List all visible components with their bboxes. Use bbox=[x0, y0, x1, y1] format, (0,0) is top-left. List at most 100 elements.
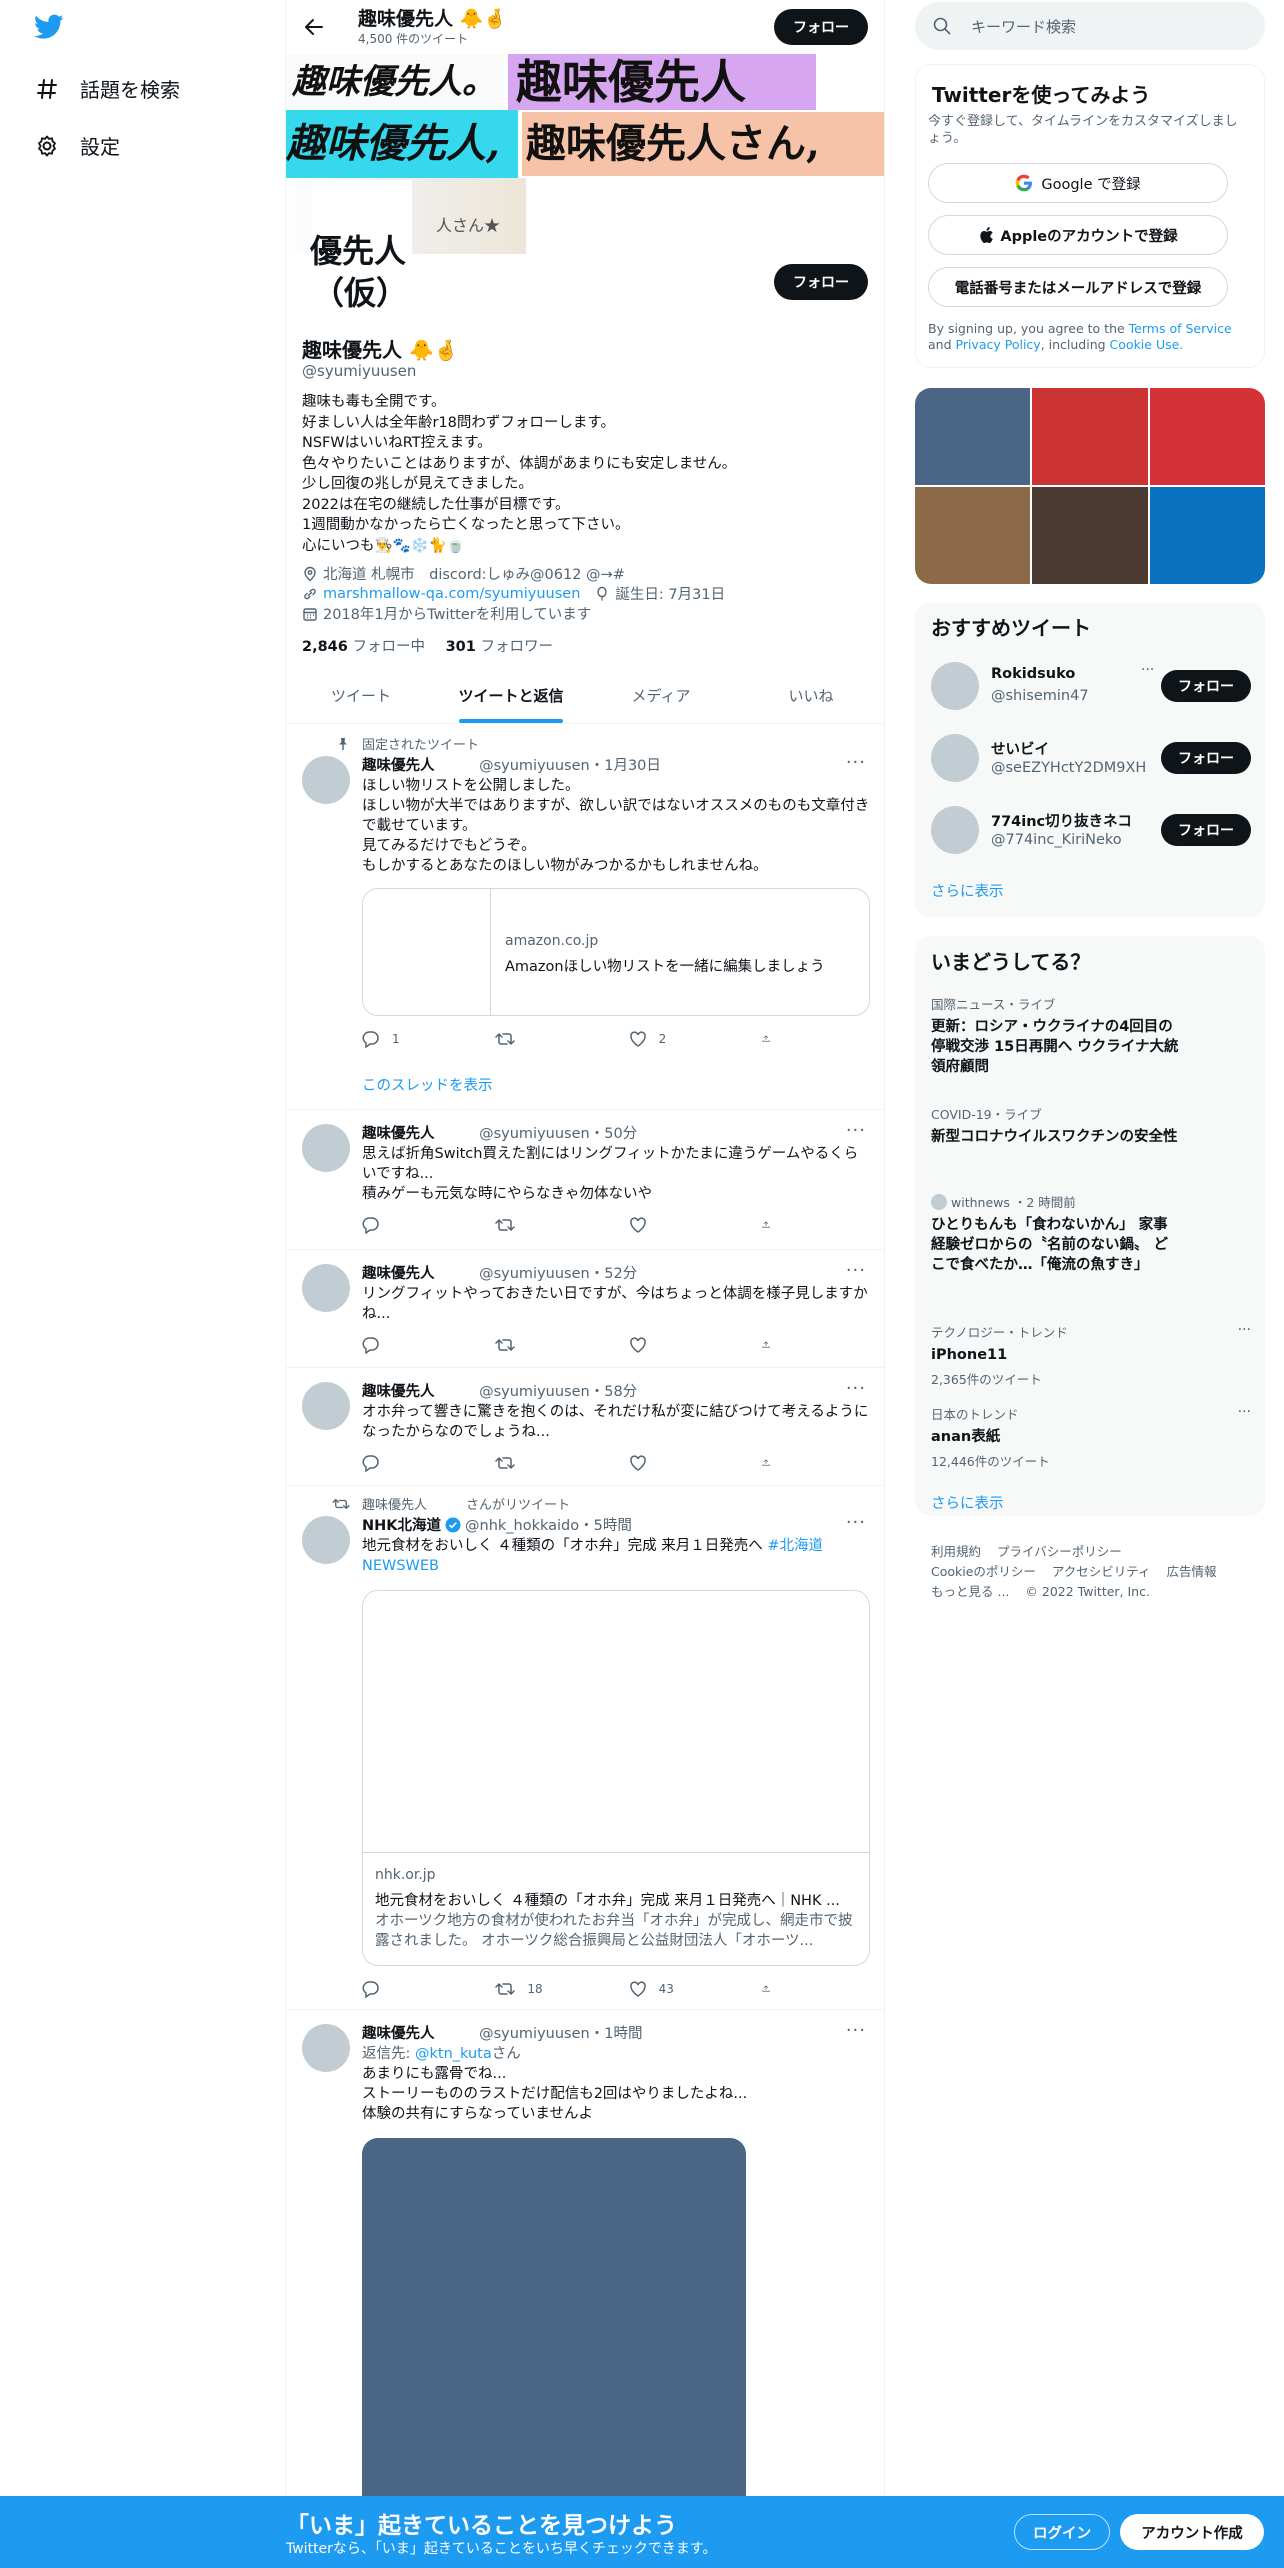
like-button[interactable] bbox=[629, 1454, 729, 1472]
media-thumbnail[interactable] bbox=[1149, 487, 1265, 584]
more-icon[interactable]: ··· bbox=[1238, 1404, 1251, 1420]
more-icon[interactable]: ··· bbox=[846, 1512, 866, 1533]
avatar[interactable] bbox=[931, 662, 979, 710]
retweet-button[interactable] bbox=[495, 1030, 595, 1048]
media-thumbnail[interactable] bbox=[1032, 388, 1148, 485]
share-button[interactable] bbox=[762, 1336, 782, 1354]
like-button[interactable] bbox=[629, 1336, 729, 1354]
trend-item[interactable]: 国際ニュース・ライブ 更新：ロシア・ウクライナの4回目の停戦交渉 15日再開へ … bbox=[931, 994, 1251, 1077]
login-button[interactable]: ログイン bbox=[1014, 2514, 1110, 2550]
footer-link[interactable]: プライバシーポリシー bbox=[997, 1544, 1122, 1559]
tweet-author-name[interactable]: NHK北海道 bbox=[362, 1514, 441, 1535]
trend-item[interactable]: withnews ・2 時間前 ひとりもんも「食わないかん」 家事経験ゼロからの… bbox=[931, 1192, 1251, 1275]
profile-link[interactable]: marshmallow-qa.com/syumiyuusen bbox=[323, 586, 580, 602]
tweet-author-name[interactable]: 趣味優先人 bbox=[362, 1266, 435, 1282]
tweet-author-name[interactable]: 趣味優先人 bbox=[362, 1126, 435, 1142]
link-card[interactable]: nhk.or.jp 地元食材をおいしく ４種類の「オホ弁」完成 来月１日発売へ｜… bbox=[362, 1590, 870, 1966]
show-thread-link[interactable]: このスレッドを表示 bbox=[362, 1074, 493, 1095]
privacy-link[interactable]: Privacy Policy bbox=[956, 337, 1041, 352]
footer-link[interactable]: アクセシビリティ bbox=[1052, 1564, 1151, 1579]
footer-more-link[interactable]: もっと見る ... bbox=[931, 1584, 1009, 1599]
trend-item[interactable]: COVID-19・ライブ 新型コロナウイルスワクチンの安全性 bbox=[931, 1104, 1251, 1147]
search-input[interactable]: キーワード検索 bbox=[915, 2, 1265, 50]
avatar[interactable] bbox=[302, 2024, 350, 2072]
link-card[interactable]: amazon.co.jp Amazonほしい物リストを一緒に編集しましょう bbox=[362, 888, 870, 1016]
more-icon[interactable]: ··· bbox=[1141, 662, 1154, 678]
reply-button[interactable]: 1 bbox=[362, 1030, 462, 1048]
more-icon[interactable]: ··· bbox=[1238, 1322, 1251, 1338]
like-button[interactable]: 43 bbox=[629, 1980, 729, 1998]
tweet-item[interactable]: 固定されたツイート 趣味優先人 @syumiyuusen・1月30日 ··· ほ… bbox=[286, 724, 884, 1110]
reply-button[interactable] bbox=[362, 1336, 462, 1354]
share-button[interactable] bbox=[762, 1980, 782, 1998]
tab-media[interactable]: メディア bbox=[586, 668, 736, 723]
share-button[interactable] bbox=[762, 1454, 782, 1472]
share-button[interactable] bbox=[762, 1216, 782, 1234]
retweet-button[interactable] bbox=[495, 1336, 595, 1354]
recommended-account[interactable]: せいビイ @seEZYHctY2DM9XH フォロー bbox=[931, 728, 1251, 788]
tab-likes[interactable]: いいね bbox=[736, 668, 884, 723]
more-icon[interactable]: ··· bbox=[846, 2020, 866, 2041]
trend-item[interactable]: テクノロジー・トレンド iPhone11 2,365件のツイート ··· bbox=[931, 1322, 1251, 1388]
tweet-author-name[interactable]: 趣味優先人 bbox=[362, 2026, 435, 2042]
phone-email-signup-button[interactable]: 電話番号またはメールアドレスで登録 bbox=[928, 267, 1228, 307]
share-button[interactable] bbox=[762, 1030, 782, 1048]
follow-button[interactable]: フォロー bbox=[1161, 742, 1251, 774]
header-follow-button[interactable]: フォロー bbox=[774, 9, 868, 45]
show-more-link[interactable]: さらに表示 bbox=[931, 880, 1004, 901]
more-icon[interactable]: ··· bbox=[846, 1120, 866, 1141]
avatar[interactable] bbox=[302, 1124, 350, 1172]
followers-link[interactable]: 301 フォロワー bbox=[446, 639, 553, 655]
retweet-button[interactable]: 18 bbox=[495, 1980, 595, 1998]
more-icon[interactable]: ··· bbox=[846, 752, 866, 773]
media-thumbnail[interactable] bbox=[915, 487, 1031, 584]
avatar[interactable] bbox=[302, 1264, 350, 1312]
tweet-author-name[interactable]: 趣味優先人 bbox=[362, 1384, 435, 1400]
media-thumbnail[interactable] bbox=[1149, 388, 1265, 485]
profile-avatar[interactable]: 優先人 （仮） bbox=[310, 180, 412, 330]
footer-link[interactable]: 広告情報 bbox=[1167, 1564, 1217, 1579]
reply-to-link[interactable]: @ktn_kuta bbox=[415, 2046, 492, 2062]
recommended-account[interactable]: 774inc切り抜きネコ @774inc_KiriNeko フォロー bbox=[931, 800, 1251, 860]
back-arrow-icon[interactable] bbox=[300, 13, 328, 41]
recommended-account[interactable]: Rokidsuko ··· @shisemin47 フォロー bbox=[931, 656, 1251, 716]
avatar[interactable] bbox=[302, 756, 350, 804]
media-thumbnail[interactable] bbox=[915, 388, 1031, 485]
nav-explore[interactable]: 話題を検索 bbox=[34, 74, 180, 103]
like-button[interactable] bbox=[629, 1216, 729, 1234]
avatar[interactable] bbox=[931, 806, 979, 854]
media-thumbnail[interactable] bbox=[1032, 487, 1148, 584]
retweet-button[interactable] bbox=[495, 1216, 595, 1234]
avatar[interactable] bbox=[302, 1382, 350, 1430]
tweet-item[interactable]: 趣味優先人 @syumiyuusen・1時間 ··· 返信先: @ktn_kut… bbox=[286, 2010, 884, 2568]
avatar[interactable] bbox=[931, 734, 979, 782]
twitter-logo-icon[interactable] bbox=[34, 14, 64, 40]
cookie-link[interactable]: Cookie Use. bbox=[1110, 337, 1184, 352]
more-icon[interactable]: ··· bbox=[846, 1260, 866, 1281]
tab-tweets[interactable]: ツイート bbox=[286, 668, 436, 723]
reply-button[interactable] bbox=[362, 1454, 462, 1472]
like-button[interactable]: 2 bbox=[629, 1030, 729, 1048]
nav-settings[interactable]: 設定 bbox=[34, 131, 120, 160]
tweet-item[interactable]: 趣味優先人 @syumiyuusen・50分 ··· 思えば折角Switch買え… bbox=[286, 1110, 884, 1250]
footer-link[interactable]: 利用規約 bbox=[931, 1544, 981, 1559]
tab-tweets-and-replies[interactable]: ツイートと返信 bbox=[436, 668, 586, 723]
footer-link[interactable]: Cookieのポリシー bbox=[931, 1564, 1036, 1579]
following-link[interactable]: 2,846 フォロー中 bbox=[302, 639, 425, 655]
tweet-item[interactable]: 趣味優先人 @syumiyuusen・52分 ··· リングフィットやっておきた… bbox=[286, 1250, 884, 1368]
follow-button[interactable]: フォロー bbox=[1161, 814, 1251, 846]
apple-signup-button[interactable]: Appleのアカウントで登録 bbox=[928, 215, 1228, 255]
reply-button[interactable] bbox=[362, 1980, 462, 1998]
tweet-item[interactable]: 趣味優先人 さんがリツイート NHK北海道 @nhk_hokkaido・5時間 … bbox=[286, 1486, 884, 2010]
follow-button[interactable]: フォロー bbox=[1161, 670, 1251, 702]
more-icon[interactable]: ··· bbox=[846, 1378, 866, 1399]
tweet-author-name[interactable]: 趣味優先人 bbox=[362, 758, 435, 774]
signup-button[interactable]: アカウント作成 bbox=[1120, 2514, 1264, 2550]
profile-follow-button[interactable]: フォロー bbox=[774, 264, 868, 300]
avatar[interactable] bbox=[302, 1516, 350, 1564]
trend-item[interactable]: 日本のトレンド anan表紙 12,446件のツイート ··· bbox=[931, 1404, 1251, 1470]
tweet-item[interactable]: 趣味優先人 @syumiyuusen・58分 ··· オホ弁って響きに驚きを抱く… bbox=[286, 1368, 884, 1486]
retweet-button[interactable] bbox=[495, 1454, 595, 1472]
reply-button[interactable] bbox=[362, 1216, 462, 1234]
terms-link[interactable]: Terms of Service bbox=[1129, 321, 1232, 336]
